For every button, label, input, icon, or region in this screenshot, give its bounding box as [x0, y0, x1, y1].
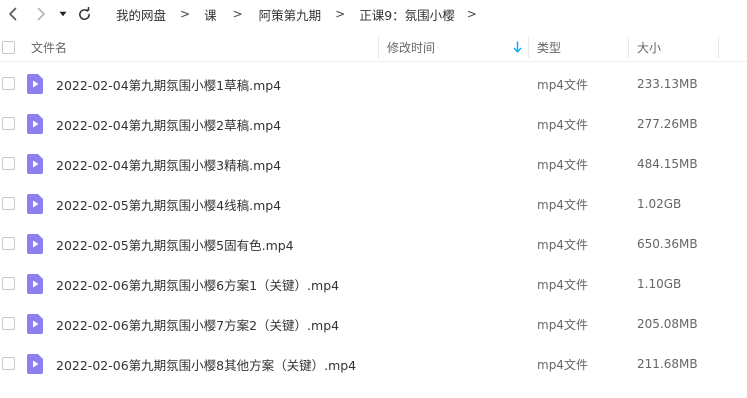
- table-row[interactable]: 2022-02-05第九期氛围小樱5固有色.mp4 mp4文件 650.36MB: [0, 224, 747, 264]
- table-row[interactable]: 2022-02-04第九期氛围小樱3精稿.mp4 mp4文件 484.15MB: [0, 144, 747, 184]
- column-divider[interactable]: [718, 37, 719, 58]
- breadcrumb: 我的网盘 > 课 > 阿策第九期 > 正课9：氛围小樱 >: [116, 0, 489, 28]
- file-type: mp4文件: [537, 277, 588, 292]
- column-header-name[interactable]: 文件名: [31, 33, 67, 61]
- forward-button[interactable]: [30, 3, 52, 25]
- column-divider[interactable]: [528, 37, 529, 58]
- chevron-right-icon: [37, 7, 45, 21]
- file-name[interactable]: 2022-02-04第九期氛围小樱1草稿.mp4: [56, 64, 281, 104]
- toolbar: 我的网盘 > 课 > 阿策第九期 > 正课9：氛围小樱 >: [0, 0, 747, 28]
- file-type: mp4文件: [537, 117, 588, 132]
- file-type: mp4文件: [537, 197, 588, 212]
- breadcrumb-separator: >: [232, 7, 243, 21]
- breadcrumb-item-current[interactable]: 正课9：氛围小樱: [359, 5, 454, 24]
- video-file-icon: [27, 194, 43, 214]
- sort-down-arrow-icon[interactable]: [513, 41, 522, 53]
- breadcrumb-separator: >: [180, 7, 191, 21]
- file-type: mp4文件: [537, 317, 588, 332]
- back-button[interactable]: [2, 3, 24, 25]
- file-type: mp4文件: [537, 77, 588, 92]
- file-size: 205.08MB: [637, 317, 698, 331]
- breadcrumb-separator: >: [335, 7, 346, 21]
- breadcrumb-separator: >: [466, 7, 477, 21]
- breadcrumb-item-season[interactable]: 阿策第九期: [259, 5, 322, 24]
- refresh-icon: [78, 6, 90, 20]
- select-all-checkbox[interactable]: [2, 40, 15, 54]
- video-file-icon: [27, 74, 43, 94]
- table-row[interactable]: 2022-02-04第九期氛围小樱1草稿.mp4 mp4文件 233.13MB: [0, 64, 747, 104]
- column-divider[interactable]: [628, 37, 629, 58]
- breadcrumb-item-my-drive[interactable]: 我的网盘: [116, 5, 166, 24]
- table-row[interactable]: 2022-02-06第九期氛围小樱8其他方案（关键）.mp4 mp4文件 211…: [0, 344, 747, 384]
- video-file-icon: [27, 154, 43, 174]
- row-checkbox[interactable]: [2, 357, 15, 370]
- caret-down-icon: [59, 11, 67, 17]
- table-row[interactable]: 2022-02-04第九期氛围小樱2草稿.mp4 mp4文件 277.26MB: [0, 104, 747, 144]
- row-checkbox[interactable]: [2, 157, 15, 170]
- table-row[interactable]: 2022-02-06第九期氛围小樱6方案1（关键）.mp4 mp4文件 1.10…: [0, 264, 747, 304]
- row-checkbox[interactable]: [2, 117, 15, 130]
- row-checkbox[interactable]: [2, 237, 15, 250]
- file-size: 484.15MB: [637, 157, 698, 171]
- file-name[interactable]: 2022-02-06第九期氛围小樱8其他方案（关键）.mp4: [56, 344, 356, 384]
- file-name[interactable]: 2022-02-05第九期氛围小樱5固有色.mp4: [56, 224, 294, 264]
- column-header-type[interactable]: 类型: [537, 33, 561, 61]
- file-type: mp4文件: [537, 357, 588, 372]
- table-row[interactable]: 2022-02-05第九期氛围小樱4线稿.mp4 mp4文件 1.02GB: [0, 184, 747, 224]
- breadcrumb-item-course[interactable]: 课: [204, 5, 217, 24]
- select-all-checkbox-cell[interactable]: [2, 33, 15, 61]
- refresh-button[interactable]: [73, 3, 95, 25]
- video-file-icon: [27, 234, 43, 254]
- video-file-icon: [27, 274, 43, 294]
- file-list-header: 文件名 修改时间 类型 大小: [0, 33, 747, 62]
- file-name[interactable]: 2022-02-05第九期氛围小樱4线稿.mp4: [56, 184, 281, 224]
- file-size: 233.13MB: [637, 77, 698, 91]
- file-size: 211.68MB: [637, 357, 698, 371]
- row-checkbox[interactable]: [2, 197, 15, 210]
- video-file-icon: [27, 314, 43, 334]
- file-size: 1.02GB: [637, 197, 682, 211]
- history-dropdown-button[interactable]: [54, 3, 72, 25]
- file-name[interactable]: 2022-02-06第九期氛围小樱6方案1（关键）.mp4: [56, 264, 339, 304]
- file-name[interactable]: 2022-02-04第九期氛围小樱2草稿.mp4: [56, 104, 281, 144]
- row-checkbox[interactable]: [2, 77, 15, 90]
- column-header-modified[interactable]: 修改时间: [387, 33, 435, 61]
- file-name[interactable]: 2022-02-04第九期氛围小樱3精稿.mp4: [56, 144, 281, 184]
- file-size: 277.26MB: [637, 117, 698, 131]
- file-size: 1.10GB: [637, 277, 682, 291]
- file-size: 650.36MB: [637, 237, 698, 251]
- row-checkbox[interactable]: [2, 277, 15, 290]
- table-row[interactable]: 2022-02-06第九期氛围小樱7方案2（关键）.mp4 mp4文件 205.…: [0, 304, 747, 344]
- column-divider[interactable]: [378, 37, 379, 58]
- video-file-icon: [27, 114, 43, 134]
- row-checkbox[interactable]: [2, 317, 15, 330]
- file-name[interactable]: 2022-02-06第九期氛围小樱7方案2（关键）.mp4: [56, 304, 339, 344]
- file-type: mp4文件: [537, 237, 588, 252]
- file-type: mp4文件: [537, 157, 588, 172]
- video-file-icon: [27, 354, 43, 374]
- chevron-left-icon: [9, 7, 17, 21]
- column-header-size[interactable]: 大小: [637, 33, 661, 61]
